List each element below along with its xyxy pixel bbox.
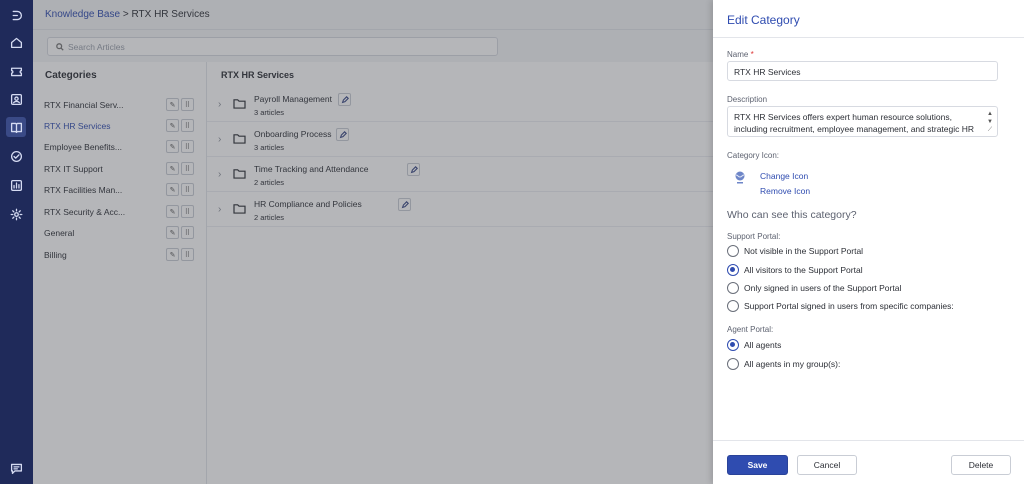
description-field[interactable]: RTX HR Services offers expert human reso…: [727, 106, 998, 137]
radio-label: Only signed in users of the Support Port…: [744, 283, 902, 293]
radio-label: Not visible in the Support Portal: [744, 246, 864, 256]
reports-icon[interactable]: [8, 177, 24, 193]
modal-overlay[interactable]: [33, 0, 713, 484]
name-field[interactable]: [734, 65, 992, 78]
radio-button[interactable]: [727, 358, 739, 370]
radio-label: All agents in my group(s):: [744, 359, 841, 369]
save-button[interactable]: Save: [727, 455, 788, 475]
knowledge-base-icon[interactable]: [6, 117, 26, 137]
support-portal-label: Support Portal:: [727, 232, 781, 241]
radio-button-selected[interactable]: [727, 339, 739, 351]
settings-icon[interactable]: [8, 206, 24, 222]
chat-icon[interactable]: [8, 460, 24, 476]
visibility-heading: Who can see this category?: [727, 209, 857, 221]
radio-button[interactable]: [727, 300, 739, 312]
agent-portal-label: Agent Portal:: [727, 325, 774, 334]
required-mark: *: [750, 50, 754, 59]
textarea-scrollbar[interactable]: ▲ ▼ ⟋: [986, 110, 994, 134]
delete-button[interactable]: Delete: [951, 455, 1011, 475]
description-text: RTX HR Services offers expert human reso…: [734, 112, 975, 134]
name-field-box: [727, 61, 998, 81]
change-icon-link[interactable]: Change Icon: [760, 171, 808, 181]
nav-rail: [0, 0, 33, 484]
panel-header: Edit Category: [713, 0, 1024, 38]
cancel-button[interactable]: Cancel: [797, 455, 857, 475]
category-icon-label: Category Icon:: [727, 151, 780, 160]
logo-icon[interactable]: [8, 7, 24, 23]
radio-label: Support Portal signed in users from spec…: [744, 301, 954, 311]
tasks-icon[interactable]: [8, 148, 24, 164]
remove-icon-link[interactable]: Remove Icon: [760, 186, 810, 196]
name-label: Name *: [727, 50, 754, 59]
radio-button[interactable]: [727, 282, 739, 294]
radio-button[interactable]: [727, 245, 739, 257]
tickets-icon[interactable]: [8, 63, 24, 79]
edit-category-panel: Edit Category Name * Description RTX HR …: [713, 0, 1024, 484]
description-label: Description: [727, 95, 768, 104]
contacts-icon[interactable]: [8, 91, 24, 107]
name-label-text: Name: [727, 50, 749, 59]
panel-footer: Save Cancel Delete: [713, 440, 1024, 484]
globe-icon: [733, 170, 747, 186]
radio-label: All visitors to the Support Portal: [744, 265, 863, 275]
panel-title: Edit Category: [727, 13, 800, 27]
radio-button-selected[interactable]: [727, 264, 739, 276]
home-icon[interactable]: [8, 34, 24, 50]
radio-label: All agents: [744, 340, 782, 350]
